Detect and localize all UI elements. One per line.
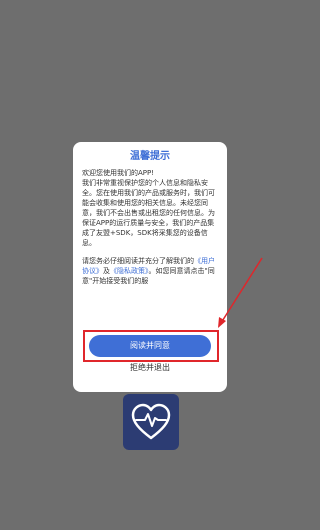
notice-prefix: 请您务必仔细阅读并充分了解我们的 xyxy=(82,257,194,265)
app-icon xyxy=(123,394,179,450)
conjunction-text: 及 xyxy=(103,267,110,275)
dialog-title: 温馨提示 xyxy=(130,151,170,162)
annotation-highlight-box xyxy=(83,330,219,362)
privacy-policy-link[interactable]: 《隐私政策》 xyxy=(110,267,149,275)
dialog-body: 欢迎您使用我们的APP! 我们非常重视保护您的个人信息和隐私安全。您在使用我们的… xyxy=(82,168,218,286)
dialog-intro-text: 欢迎您使用我们的APP! 我们非常重视保护您的个人信息和隐私安全。您在使用我们的… xyxy=(82,169,215,247)
heartbeat-icon xyxy=(131,403,171,440)
dialog-notice-text: 请您务必仔细阅读并充分了解我们的《用户协议》及《隐私政策》。如您同意请点击"同意… xyxy=(82,256,218,286)
decline-exit-link[interactable]: 拒绝并退出 xyxy=(73,362,227,374)
